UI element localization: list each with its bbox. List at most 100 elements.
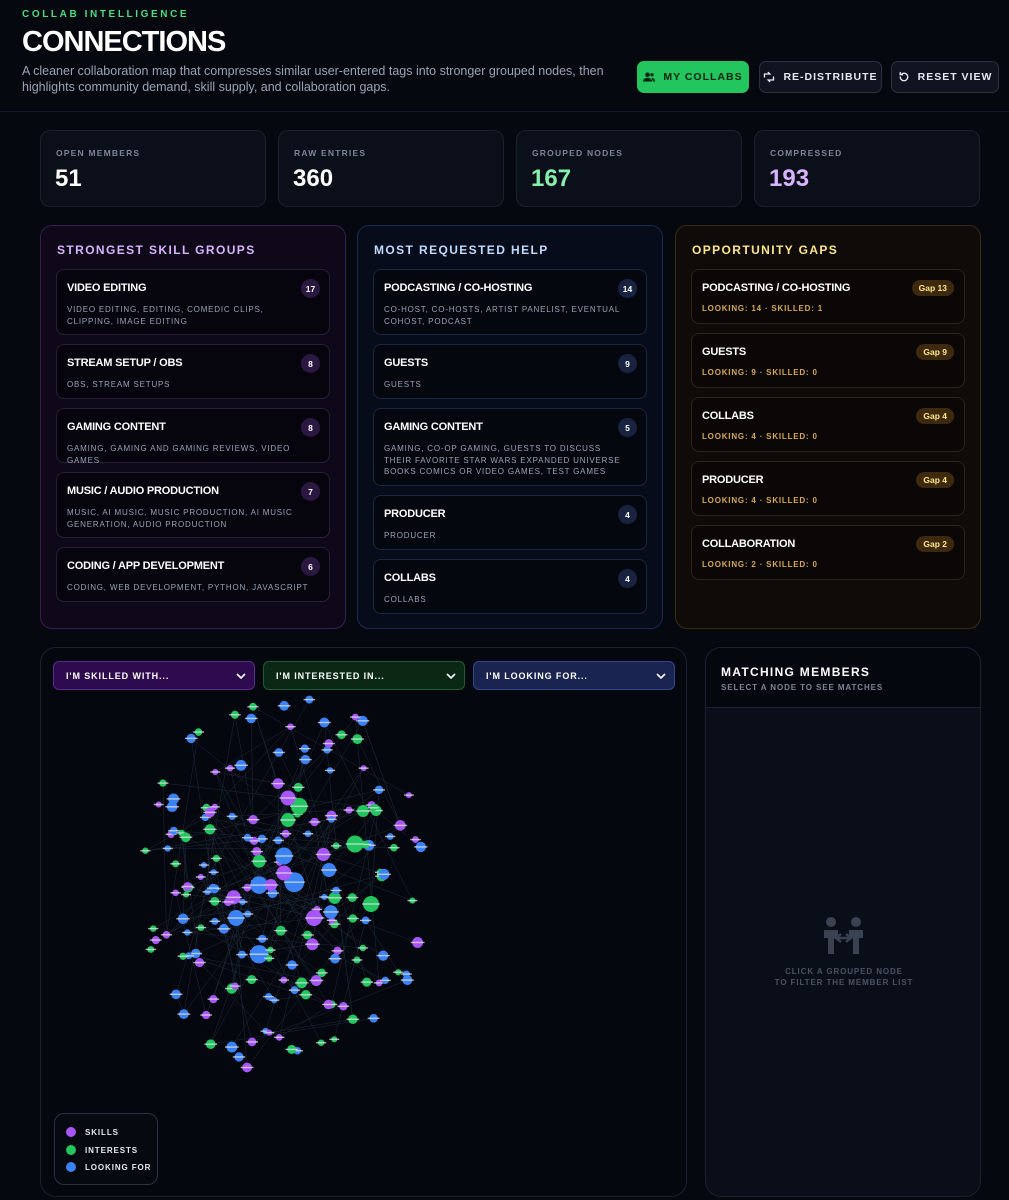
gap-card[interactable]: COLLABORATION Gap 2 LOOKING: 2 · SKILLED… (691, 525, 965, 580)
page-header: COLLAB INTELLIGENCE CONNECTIONS A cleane… (0, 0, 1009, 112)
stat-label: RAW ENTRIES (294, 148, 367, 158)
graph-node-label (302, 833, 314, 835)
graph-edge (209, 829, 236, 987)
stat-label: GROUPED NODES (532, 148, 624, 158)
stat-label: COMPRESSED (770, 148, 843, 158)
card-tags: GAMING, GAMING AND GAMING REVIEWS, VIDEO… (67, 444, 291, 465)
graph-node-label (169, 993, 183, 996)
gap-card[interactable]: COLLABS Gap 4 LOOKING: 4 · SKILLED: 0 (691, 397, 965, 452)
gap-card[interactable]: PODCASTING / CO-HOSTING Gap 13 LOOKING: … (691, 269, 965, 324)
legend-item-skills: SKILLS (66, 1126, 119, 1138)
gap-badge: Gap 13 (911, 280, 954, 296)
graph-node-label (328, 957, 342, 960)
requested-help-panel: MOST REQUESTED HELP PODCASTING / CO-HOST… (357, 225, 663, 629)
graph-node-label (184, 737, 198, 740)
card-name: PRODUCER (702, 474, 764, 486)
graph-node-label (288, 989, 301, 991)
page-eyebrow: COLLAB INTELLIGENCE (22, 9, 190, 20)
graph-node-label (209, 806, 220, 808)
stat-grouped-nodes: GROUPED NODES 167 (516, 130, 742, 207)
graph-node-label (367, 1017, 380, 1020)
skilled-with-select[interactable]: I'M SKILLED WITH... (53, 661, 255, 690)
graph-node-label (177, 955, 189, 957)
graph-edge (206, 807, 329, 1005)
graph-node-label (322, 911, 339, 913)
gap-card[interactable]: GUESTS Gap 9 LOOKING: 9 · SKILLED: 0 (691, 333, 965, 388)
graph-node-label (384, 835, 396, 838)
card-name: GUESTS (384, 357, 429, 369)
graph-node-label (289, 805, 309, 807)
graph-node-label (274, 1036, 285, 1039)
graph-node-label (274, 855, 294, 857)
graph-edge (233, 897, 243, 955)
graph-node-label (388, 846, 400, 849)
graph-node-label (327, 897, 343, 899)
graph-node-label (360, 919, 372, 922)
skill-group-card[interactable]: STREAM SETUP / OBS 8 OBS, STREAM SETUPS (56, 344, 330, 399)
graph-node-label (145, 948, 157, 951)
gap-card[interactable]: PRODUCER Gap 4 LOOKING: 4 · SKILLED: 0 (691, 461, 965, 516)
graph-node-label (346, 917, 359, 920)
skill-group-card[interactable]: GAMING CONTENT 8 GAMING, GAMING AND GAMI… (56, 408, 330, 465)
skill-group-card[interactable]: CODING / APP DEVELOPMENT 6 CODING, WEB D… (56, 547, 330, 602)
graph-node-label (346, 1018, 360, 1020)
graph-node-label (263, 995, 274, 998)
graph-node-label (351, 959, 363, 961)
graph-node-label (393, 824, 408, 827)
graph-node-label (315, 853, 332, 856)
graph-edge (187, 860, 260, 887)
graph-node-label (298, 747, 311, 750)
stat-compressed: COMPRESSED 193 (754, 130, 980, 207)
help-group-card[interactable]: GAMING CONTENT 5 GAMING, CO-OP GAMING, G… (373, 408, 647, 486)
graph-edge (274, 994, 306, 1001)
help-group-card[interactable]: COLLABS 4 COLLABS (373, 559, 647, 614)
graph-node-label (204, 1043, 218, 1045)
graph-node-label (206, 887, 219, 889)
help-group-card[interactable]: GUESTS 9 GUESTS (373, 344, 647, 399)
gap-badge: Gap 9 (916, 344, 954, 360)
graph-node-label (207, 998, 220, 1000)
graph-node-label (265, 949, 276, 951)
legend-dot (66, 1145, 76, 1155)
matching-members-empty-state: CLICK A GROUPED NODE TO FILTER THE MEMBE… (706, 966, 980, 988)
gap-badge: Gap 4 (916, 408, 954, 424)
help-group-card[interactable]: PRODUCER 4 PRODUCER (373, 495, 647, 550)
help-group-card[interactable]: PODCASTING / CO-HOSTING 14 CO-HOST, CO-H… (373, 269, 647, 335)
select-label: I'M INTERESTED IN... (276, 670, 385, 681)
legend-label: INTERESTS (85, 1145, 138, 1155)
interested-in-select[interactable]: I'M INTERESTED IN... (263, 661, 465, 690)
gap-detail: LOOKING: 4 · SKILLED: 0 (702, 432, 818, 441)
looking-for-select[interactable]: I'M LOOKING FOR... (473, 661, 675, 690)
graph-node-label (195, 876, 206, 878)
graph-node-label (222, 901, 235, 903)
card-name: PODCASTING / CO-HOSTING (384, 282, 533, 294)
graph-node-label (279, 797, 297, 799)
graph-node-label (343, 809, 355, 811)
redistribute-button[interactable]: RE-DISTRIBUTE (759, 61, 882, 93)
graph-edge (215, 771, 299, 788)
graph-edge (181, 807, 207, 834)
skill-group-card[interactable]: VIDEO EDITING 17 VIDEO EDITING, EDITING,… (56, 269, 330, 335)
graph-node-label (379, 979, 391, 982)
card-name: MUSIC / AUDIO PRODUCTION (67, 485, 219, 497)
graph-node-label (357, 947, 368, 949)
graph-node-label (330, 889, 342, 892)
my-collabs-label: MY COLLABS (663, 71, 743, 83)
reset-view-button[interactable]: RESET VIEW (891, 61, 999, 93)
empty-state-line: CLICK A GROUPED NODE (785, 967, 903, 976)
card-tags: GAMING, CO-OP GAMING, GUESTS TO DISCUSS … (384, 444, 621, 476)
stat-value: 167 (531, 165, 572, 192)
stat-value: 360 (293, 165, 334, 192)
legend-item-looking-for: LOOKING FOR (66, 1161, 151, 1173)
graph-node-label (279, 819, 297, 821)
graph-node-label (377, 873, 391, 875)
stat-open-members: OPEN MEMBERS 51 (40, 130, 266, 207)
gap-badge: Gap 2 (916, 536, 954, 552)
graph-node-label (245, 978, 258, 981)
card-tags: OBS, STREAM SETUPS (67, 380, 171, 389)
graph-node-label (367, 807, 379, 809)
page-subtitle: A cleaner collaboration map that compres… (22, 64, 604, 94)
skill-group-card[interactable]: MUSIC / AUDIO PRODUCTION 7 MUSIC, AI MUS… (56, 472, 330, 538)
graph-node-label (360, 981, 373, 983)
my-collabs-button[interactable]: MY COLLABS (637, 61, 749, 93)
